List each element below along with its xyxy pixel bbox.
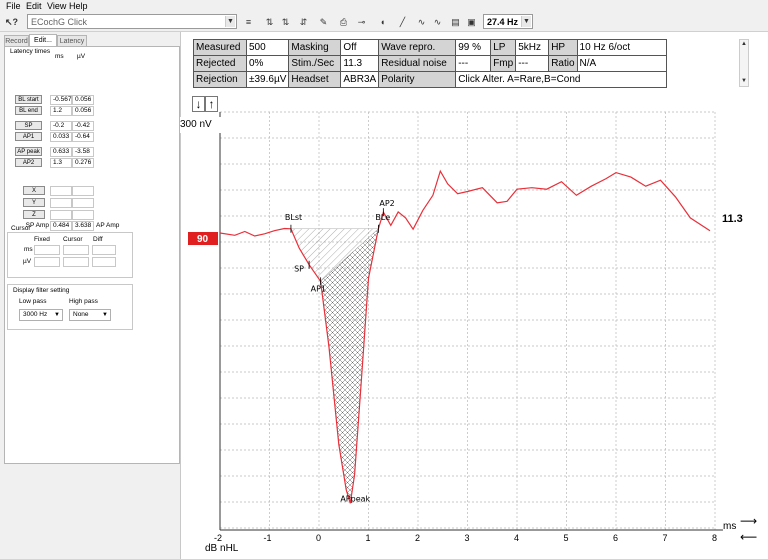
x-tick-label: 7 — [663, 533, 668, 543]
marker-label-blst: BLst — [285, 213, 302, 222]
marker-label-appeak: APpeak — [340, 494, 370, 503]
x-tick-label: 6 — [613, 533, 618, 543]
scroll-left-icon[interactable]: ⟵ — [740, 530, 757, 544]
x-axis-label: dB nHL — [205, 543, 239, 554]
x-tick-label: 1 — [366, 533, 371, 543]
marker-label-sp: SP — [294, 265, 304, 274]
marker-label-ap1: AP1 — [311, 284, 326, 293]
marker-label-ap2: AP2 — [379, 199, 394, 208]
scroll-right-icon[interactable]: ⟶ — [740, 514, 757, 528]
level-badge-text: 90 — [197, 234, 209, 245]
scale-label: 300 nV — [180, 119, 212, 130]
x-tick-label: 0 — [316, 533, 321, 543]
x-tick-label: 3 — [465, 533, 470, 543]
x-tick-label: 8 — [712, 533, 717, 543]
marker-label-ble: BLe — [375, 213, 390, 222]
x-tick-label: 2 — [415, 533, 420, 543]
waveform-plot: BLst BLe SP AP1 AP2 APpeak -2 -1 0 1 2 3 4 5 6 7 8 300 … — [180, 111, 757, 554]
x-tick-label: 5 — [564, 533, 569, 543]
x-tick-label: -2 — [214, 533, 222, 543]
x-unit-label: ms — [723, 521, 736, 532]
x-tick-label: -1 — [264, 533, 272, 543]
x-tick-label: 4 — [514, 533, 519, 543]
curve-label: 11.3 — [722, 213, 743, 225]
